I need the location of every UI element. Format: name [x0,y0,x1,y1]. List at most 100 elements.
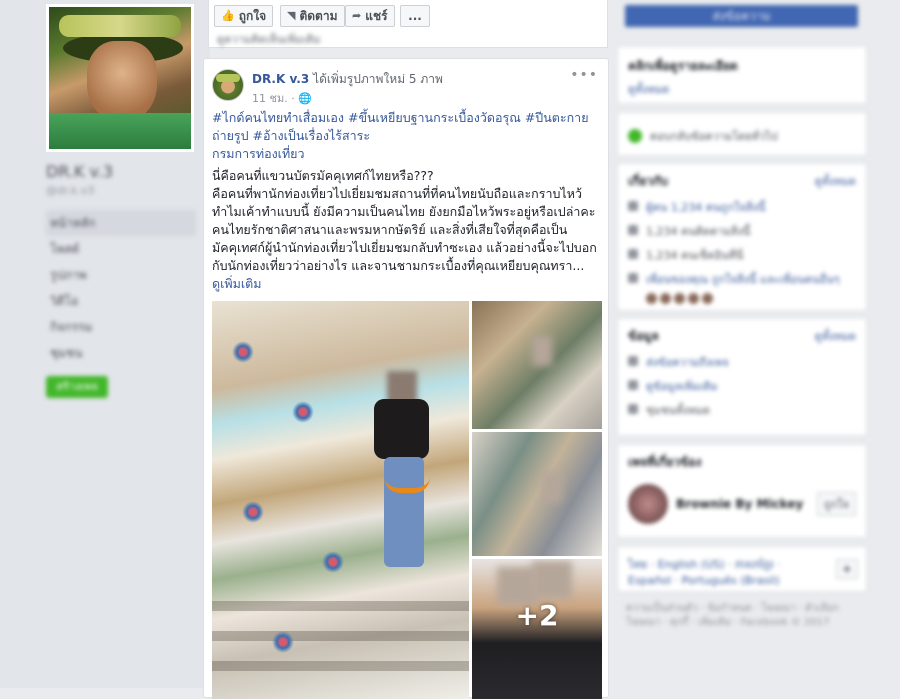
blurred-person [532,336,552,366]
more-button[interactable]: ... [400,5,430,27]
related-title: เพจที่เกี่ยวข้อง [628,455,702,469]
footer-links[interactable]: ความเป็นส่วนตัว · ข้อกำหนด · โฆษณา · ตัว… [626,602,866,630]
left-nav: หน้าหลัก โพสต์ รูปภาพ วิดีโอ กิจกรรม ชุม… [46,210,196,366]
nav-item-posts[interactable]: โพสต์ [46,236,196,262]
info-icon [628,380,638,390]
info-item: ส่งข้อความถึงเพจ [618,350,866,374]
blurred-person [362,371,442,571]
about-see-all[interactable]: ดูทั้งหมด [815,172,856,191]
rss-icon: ◥ [287,9,296,22]
about-header: เกี่ยวกับ ดูทั้งหมด [618,164,866,195]
related-header: เพจที่เกี่ยวข้อง [618,445,866,476]
info-item-text[interactable]: ดูข้อมูลเพิ่มเติม [646,377,718,395]
photo-main[interactable] [212,301,469,699]
nav-item-community[interactable]: ชุมชน [46,340,196,366]
post-card: DR.K v.3 ได้เพิ่มรูปภาพใหม่ 5 ภาพ 11 ชม.… [203,58,609,699]
avatar[interactable] [646,293,657,304]
stair [212,631,469,641]
info-see-all[interactable]: ดูทั้งหมด [815,327,856,346]
post-time[interactable]: 11 ชม. [252,92,288,105]
avatar[interactable] [660,293,671,304]
hashtags-text[interactable]: #ไกด์คนไทยทำเสื่อมเอง #ขึ้นเหยียบฐานกระเ… [212,110,589,143]
person-legs [384,457,424,567]
about-item-text: 1,234 คนติดตามสิ่งนี้ [646,225,751,238]
about-card: เกี่ยวกับ ดูทั้งหมด ผู้คน 1,234 คนถูกใจสิ… [617,163,867,311]
photo-2[interactable] [472,301,602,429]
info-card: ข้อมูล ดูทั้งหมด ส่งข้อความถึงเพจ ดูข้อมู… [617,318,867,436]
author-link[interactable]: DR.K v.3 [252,72,309,86]
nav-item-events[interactable]: กิจกรรม [46,314,196,340]
about-item-text[interactable]: ผู้คน 1,234 คนถูกใจสิ่งนี้ [646,198,765,216]
post-hashtags: #ไกด์คนไทยทำเสื่อมเอง #ขึ้นเหยียบฐานกระเ… [212,109,604,163]
like-label: ถูกใจ [238,9,267,23]
language-card: ไทย · English (US) · ភាសាខ្មែរ · Español… [617,546,867,592]
status-dot-icon [628,129,642,143]
follow-label: ติดตาม [299,9,338,23]
info-title: ข้อมูล [628,329,659,343]
post-action-text: ได้เพิ่มรูปภาพใหม่ 5 ภาพ [313,72,443,86]
previous-post-actions: 👍 ถูกใจ ◥ ติดตาม ➦ แชร์ ... ดูความคิดเห็นเพ… [208,0,608,48]
like-button[interactable]: 👍 ถูกใจ [214,5,274,27]
card1-link[interactable]: ดูทั้งหมด [618,80,866,98]
thumbs-up-icon: 👍 [221,9,235,22]
right-card-2: ตอบกลับข้อความโดยทั่วไป [617,112,867,156]
page-handle: @dr.k.v3 [46,184,95,197]
friends-icon [628,273,638,283]
blurred-face [532,561,572,599]
tagged-page-link[interactable]: กรมการท่องเที่ยว [212,146,305,161]
headband [59,15,181,37]
post-line: คือคนที่พานักท่องเที่ยวไปเยี่ยมชมสถานที่… [212,186,582,201]
about-item: ผู้คน 1,234 คนถูกใจสิ่งนี้ [618,195,866,219]
avatar[interactable] [702,293,713,304]
message-button[interactable]: ส่งข้อความ [625,5,858,27]
about-item-text: 1,234 คนเช็คอินที่นี่ [646,249,744,262]
post-meta: 11 ชม. · 🌐 [252,92,312,105]
tile-flower [232,341,254,363]
response-row: ตอบกลับข้อความโดยทั่วไป [618,113,866,159]
nav-item-photos[interactable]: รูปภาพ [46,262,196,288]
nav-item-home[interactable]: หน้าหลัก [46,210,196,236]
post-body: นี่คือคนที่แขวนบัตรมัคคุเทศก์ไทยหรือ??? … [212,167,606,293]
about-item-text[interactable]: เพื่อนของคุณ ถูกใจสิ่งนี้ และเพื่อนคนอื่… [646,270,840,288]
page-name: DR.K v.3 [46,162,114,181]
avatar-headband [216,74,240,82]
related-page-name[interactable]: Brownie By Mickey [676,497,803,511]
related-page-row: Brownie By Mickey ถูกใจ [618,476,866,532]
globe-icon: 🌐 [298,92,312,105]
friend-avatars [618,291,866,304]
photo-3[interactable] [472,432,602,556]
card1-title: คลิกเพื่อดูรายละเอียด [628,59,738,73]
avatar[interactable] [688,293,699,304]
post-line: มัคคุเทศก์ผู้นำนักท่องเที่ยวไปเยี่ยมชมกล… [212,240,597,255]
see-more-link[interactable]: ดูเพิ่มเติม [212,275,606,293]
add-language-icon[interactable]: + [836,559,858,579]
follow-button[interactable]: ◥ ติดตาม [280,5,345,27]
person-torso [374,399,429,459]
info-item-text[interactable]: ส่งข้อความถึงเพจ [646,353,729,371]
tile-flower [272,631,294,653]
like-icon [628,201,638,211]
about-item: 1,234 คนติดตามสิ่งนี้ [618,219,866,243]
response-text: ตอบกลับข้อความโดยทั่วไป [650,130,778,143]
community-icon [628,404,638,414]
create-page-button[interactable]: สร้างเพจ [46,376,108,398]
avatar[interactable] [674,293,685,304]
truncated-text: ดูความคิดเห็นเพิ่มเติม [217,33,321,46]
tile-flower [292,401,314,423]
info-item: ชุมชนทั้งหมด [618,398,866,422]
profile-picture[interactable] [46,4,194,152]
nav-item-videos[interactable]: วิดีโอ [46,288,196,314]
right-card-1: คลิกเพื่อดูรายละเอียด ดูทั้งหมด [617,46,867,104]
tile-flower [322,551,344,573]
post-line: คนไทยรักชาติศาสนาและพรมหากษัตริย์ และสิ่… [212,222,568,237]
post-options-icon[interactable]: ••• [570,67,598,83]
related-page-avatar[interactable] [628,484,668,524]
stair [212,601,469,611]
more-photos-count: +2 [515,599,559,632]
post-line: กับนักท่องเที่ยวว่าอย่างไร และจานชามกระเ… [212,258,585,273]
language-links[interactable]: ไทย · English (US) · ភាសាខ្មែរ · Español… [618,547,866,595]
author-avatar[interactable] [212,69,244,101]
share-button[interactable]: ➦ แชร์ [345,5,395,27]
related-like-button[interactable]: ถูกใจ [816,492,856,516]
photo-4-more[interactable]: +2 [472,559,602,699]
